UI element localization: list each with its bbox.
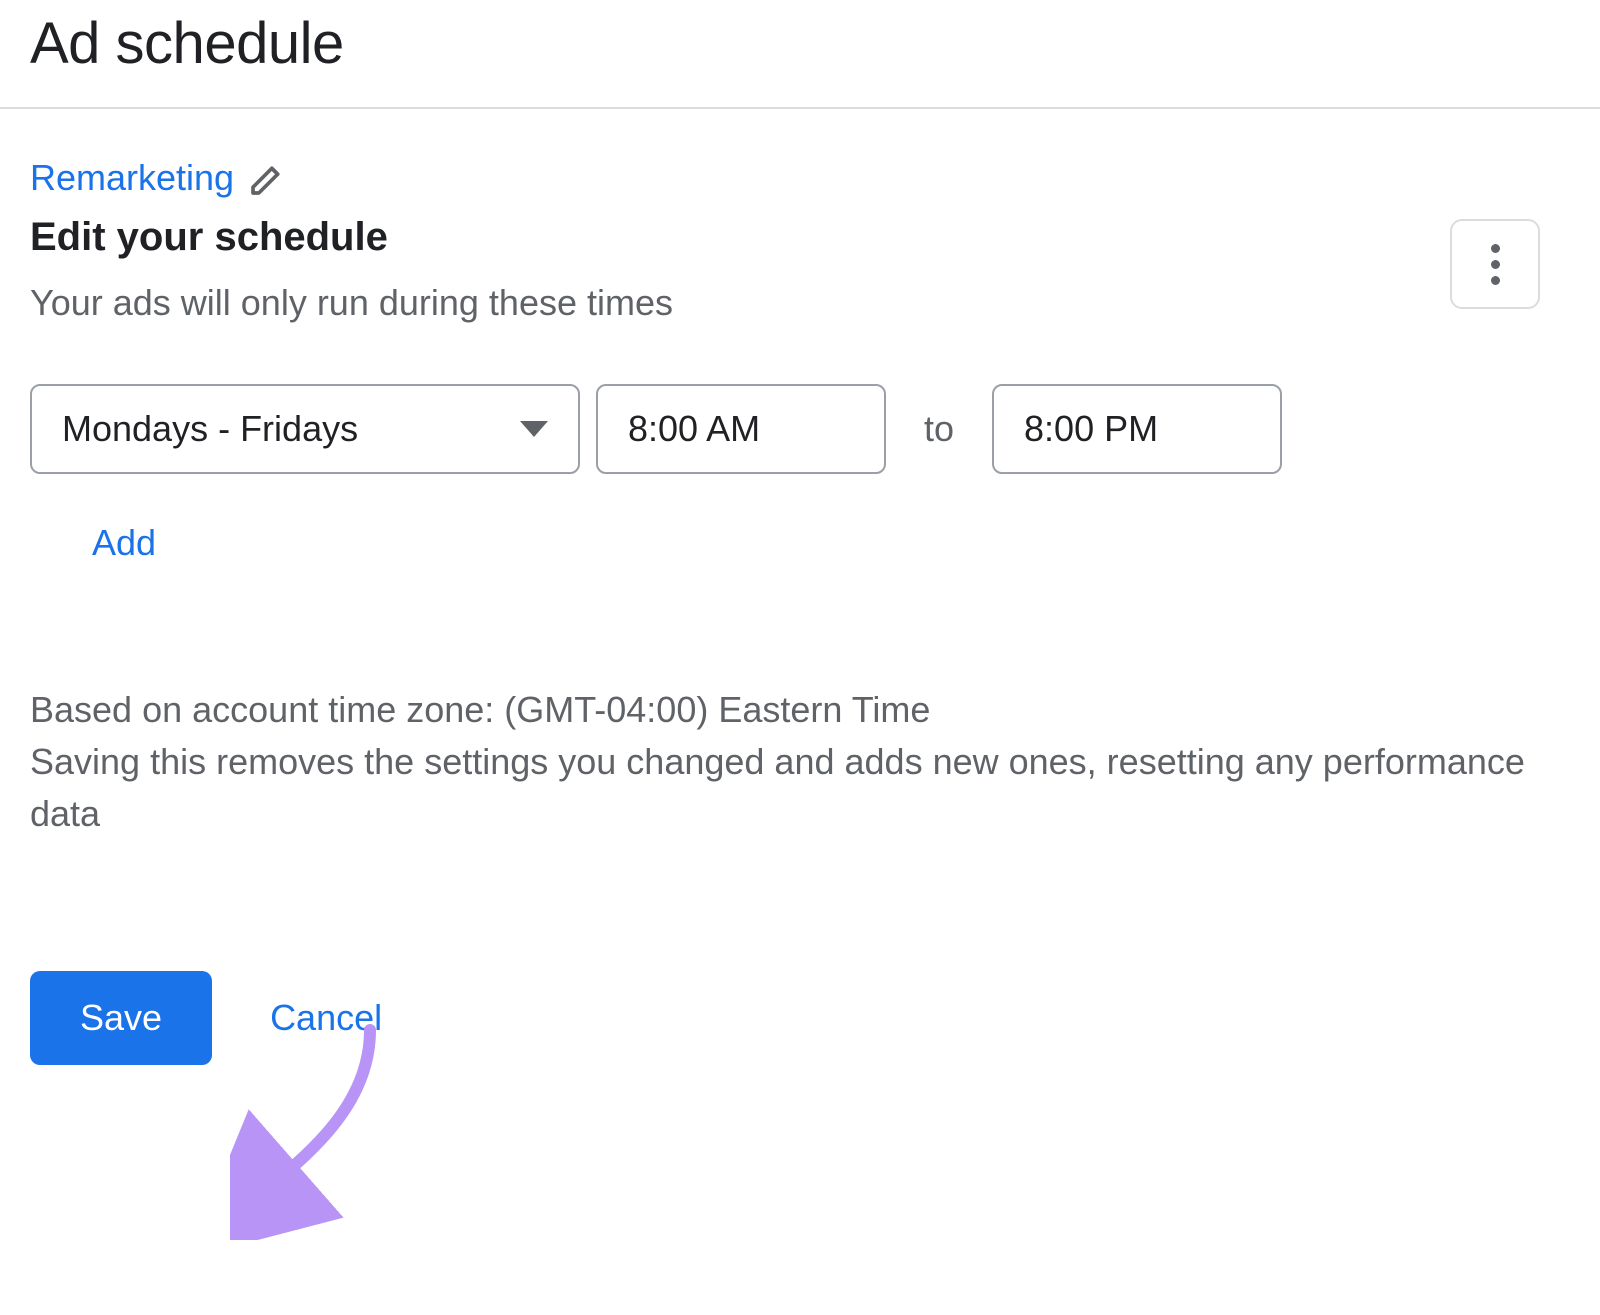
days-select-value: Mondays - Fridays	[62, 408, 358, 450]
page-header: Ad schedule	[0, 0, 1600, 109]
breadcrumb-link[interactable]: Remarketing	[30, 157, 234, 199]
add-schedule-button[interactable]: Add	[92, 522, 156, 564]
save-button[interactable]: Save	[30, 971, 212, 1065]
schedule-row: Mondays - Fridays 8:00 AM to 8:00 PM	[30, 384, 1570, 474]
page-title: Ad schedule	[30, 10, 1570, 77]
chevron-down-icon	[520, 421, 548, 437]
pencil-icon[interactable]	[248, 158, 288, 198]
more-options-button[interactable]	[1450, 219, 1540, 309]
more-vertical-icon	[1491, 244, 1500, 285]
section-subtitle: Your ads will only run during these time…	[30, 282, 1570, 324]
breadcrumb: Remarketing	[30, 157, 1570, 199]
timezone-note: Based on account time zone: (GMT-04:00) …	[30, 684, 1530, 736]
section-title: Edit your schedule	[30, 215, 1570, 260]
save-warning-note: Saving this removes the settings you cha…	[30, 736, 1530, 840]
to-separator: to	[902, 408, 976, 450]
footer-notes: Based on account time zone: (GMT-04:00) …	[30, 684, 1530, 841]
action-row: Save Cancel	[30, 971, 1570, 1065]
start-time-value: 8:00 AM	[628, 408, 760, 450]
cancel-button[interactable]: Cancel	[260, 971, 392, 1065]
end-time-value: 8:00 PM	[1024, 408, 1158, 450]
days-select[interactable]: Mondays - Fridays	[30, 384, 580, 474]
start-time-field[interactable]: 8:00 AM	[596, 384, 886, 474]
end-time-field[interactable]: 8:00 PM	[992, 384, 1282, 474]
